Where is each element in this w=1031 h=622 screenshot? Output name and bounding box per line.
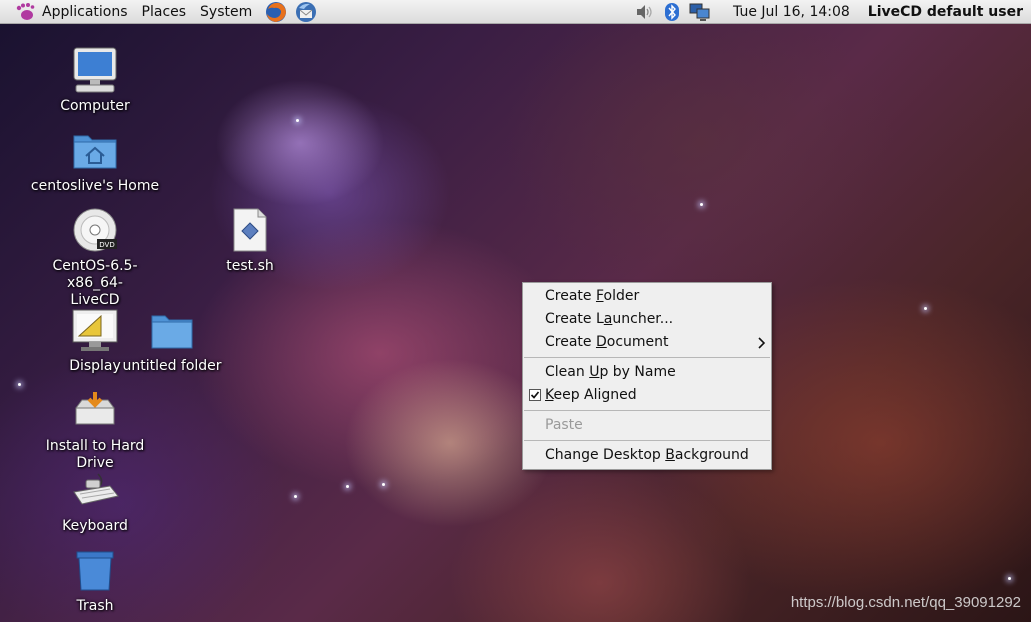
desktop-icon-install[interactable]: Install to Hard Drive <box>25 384 165 472</box>
applications-menu[interactable]: Applications <box>0 0 135 23</box>
menu-item-change-background[interactable]: Change Desktop Background <box>523 444 771 467</box>
desktop-icon-home[interactable]: centoslive's Home <box>25 124 165 195</box>
gnome-foot-icon <box>16 2 35 20</box>
star <box>18 383 21 386</box>
star <box>924 307 927 310</box>
menu-text: Change Desktop <box>545 447 666 463</box>
desktop-icon-dvd[interactable]: DVD CentOS-6.5-x86_64- LiveCD <box>25 204 165 309</box>
star <box>382 483 385 486</box>
desktop-icon-label: untitled folder <box>122 358 222 374</box>
desktop-icon-computer[interactable]: Computer <box>25 44 165 115</box>
menu-text: Create L <box>545 311 604 327</box>
bluetooth-applet[interactable] <box>659 1 685 23</box>
keyboard-icon <box>73 473 119 505</box>
script-file-icon <box>233 208 267 252</box>
menu-mnemonic: U <box>589 364 600 380</box>
desktop-icon-label: Trash <box>76 598 114 614</box>
desktop-icon-trash[interactable]: Trash <box>25 544 165 615</box>
install-drive-icon <box>75 392 115 425</box>
network-icon <box>689 3 710 21</box>
menu-text: p by Name <box>599 364 676 380</box>
firefox-launcher[interactable] <box>263 1 289 23</box>
menu-text: Create <box>545 334 596 350</box>
user-switcher[interactable]: LiveCD default user <box>868 4 1023 20</box>
desktop-icon-label: Computer <box>60 98 130 114</box>
star <box>294 495 297 498</box>
menu-text: Paste <box>545 417 583 433</box>
menu-mnemonic: B <box>665 447 675 463</box>
desktop-icon-keyboard[interactable]: Keyboard <box>25 464 165 535</box>
dvd-icon: DVD <box>73 208 117 252</box>
menu-text: ackground <box>674 447 749 463</box>
menu-text: older <box>603 288 640 304</box>
menu-text: Create <box>545 288 596 304</box>
trash-icon <box>76 551 114 591</box>
menu-separator <box>524 357 770 358</box>
menu-mnemonic: D <box>595 334 607 350</box>
volume-icon <box>637 4 652 19</box>
menu-text: Clean <box>545 364 590 380</box>
watermark: https://blog.csdn.net/qq_39091292 <box>790 594 1021 611</box>
menu-item-create-launcher[interactable]: Create Launcher... <box>523 308 771 331</box>
places-menu[interactable]: Places <box>135 0 194 23</box>
system-menu[interactable]: System <box>193 0 259 23</box>
volume-control[interactable] <box>631 1 657 23</box>
star <box>1008 577 1011 580</box>
folder-icon <box>151 315 193 349</box>
desktop-context-menu: Create Folder Create Launcher... Create … <box>522 282 772 470</box>
menu-text: uncher... <box>612 311 674 327</box>
menu-item-keep-aligned[interactable]: Keep Aligned <box>523 384 771 407</box>
submenu-arrow-icon <box>758 331 766 354</box>
system-label: System <box>200 3 253 20</box>
firefox-icon <box>266 1 287 22</box>
menu-text: ocument <box>606 334 669 350</box>
bluetooth-icon <box>665 2 680 21</box>
desktop-icon-untitled-folder[interactable]: untitled folder <box>102 304 242 375</box>
checkbox-checked-icon <box>529 389 541 401</box>
svg-text:DVD: DVD <box>99 241 114 249</box>
thunderbird-launcher[interactable] <box>293 1 319 23</box>
clock[interactable]: Tue Jul 16, 14:08 <box>733 4 850 20</box>
menu-item-create-document[interactable]: Create Document <box>523 331 771 354</box>
menu-separator <box>524 410 770 411</box>
dvd-label-line1: CentOS-6.5-x86_64- <box>52 258 138 291</box>
network-applet[interactable] <box>687 1 713 23</box>
menu-separator <box>524 440 770 441</box>
star <box>700 203 703 206</box>
menu-item-create-folder[interactable]: Create Folder <box>523 285 771 308</box>
star <box>296 119 299 122</box>
menu-item-paste: Paste <box>523 414 771 437</box>
thunderbird-icon <box>296 1 317 22</box>
menu-mnemonic: F <box>595 288 604 304</box>
desktop-icon-label: Keyboard <box>62 518 128 534</box>
desktop-icon-label: centoslive's Home <box>30 178 160 194</box>
menu-text: eep Aligned <box>553 387 637 403</box>
home-folder-icon <box>73 135 117 169</box>
desktop-icon-label: CentOS-6.5-x86_64- LiveCD <box>25 258 165 309</box>
places-label: Places <box>141 3 187 20</box>
desktop-icon-test-sh[interactable]: test.sh <box>180 204 320 275</box>
menu-item-clean-up[interactable]: Clean Up by Name <box>523 361 771 384</box>
applications-label: Applications <box>42 3 128 20</box>
desktop-icon-label: test.sh <box>226 258 274 274</box>
top-panel: Applications Places System Tue Jul 16, 1… <box>0 0 1031 24</box>
star <box>346 485 349 488</box>
computer-icon <box>73 47 117 93</box>
